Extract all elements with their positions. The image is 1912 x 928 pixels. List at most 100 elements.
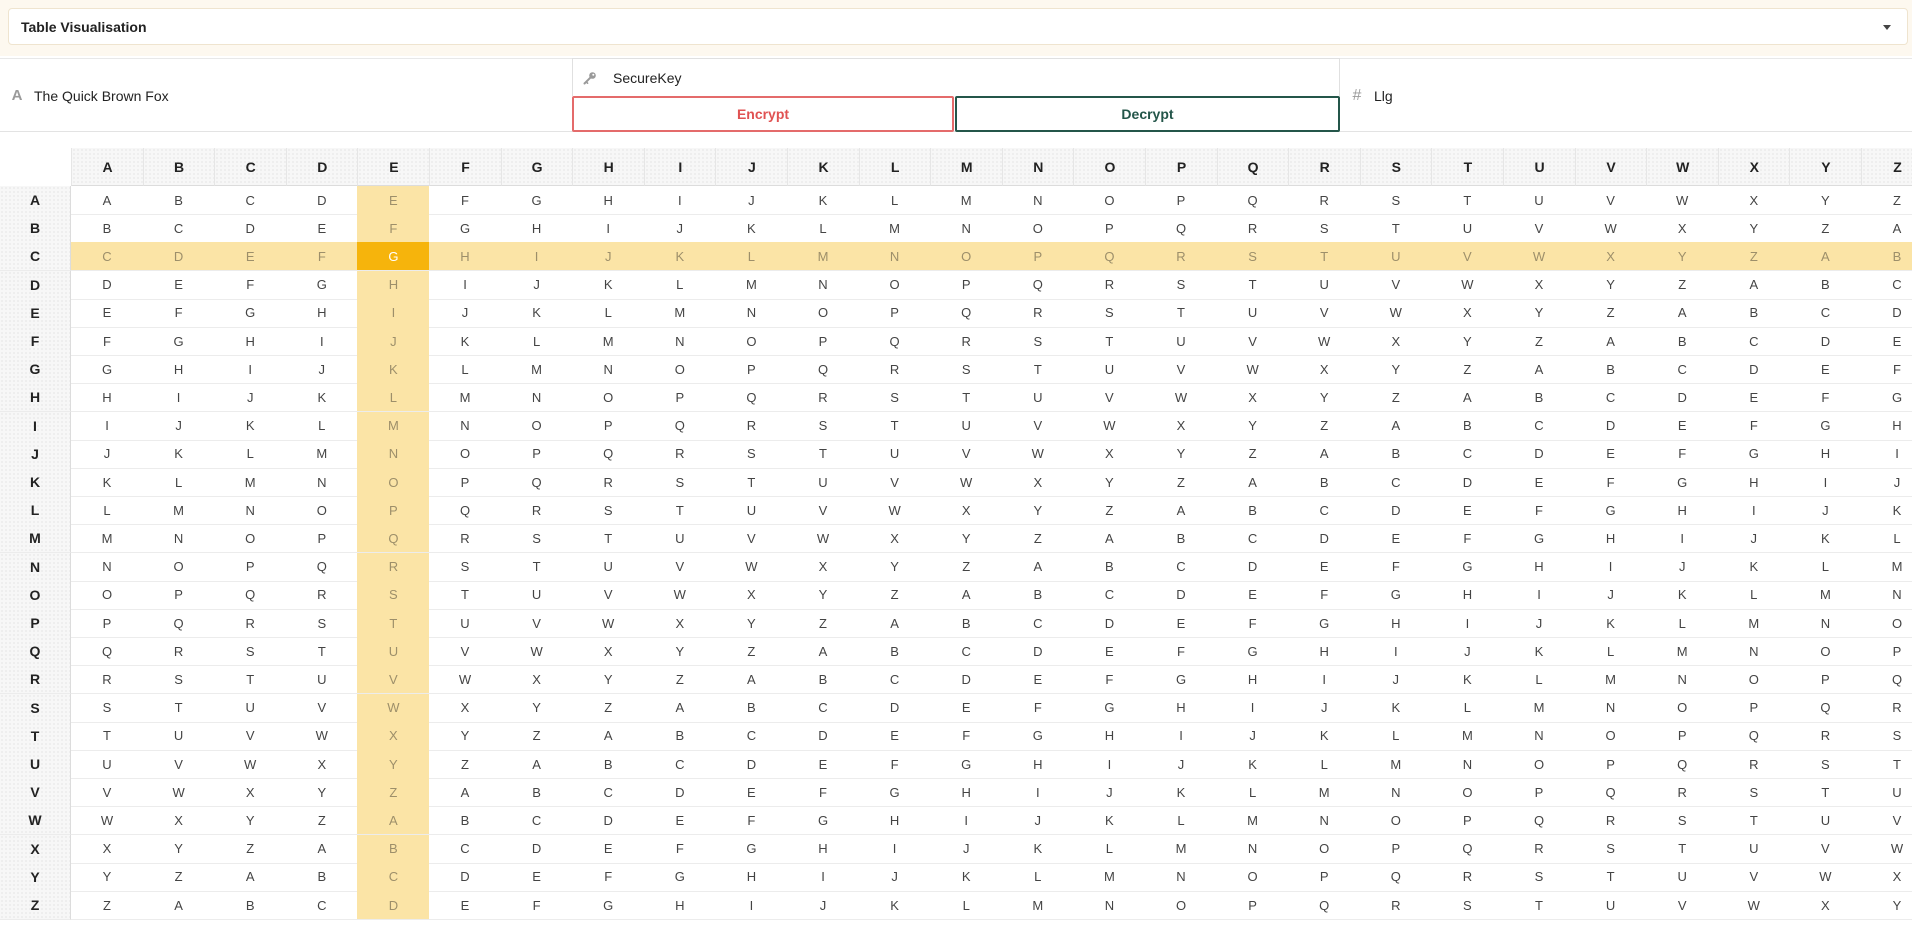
table-cell[interactable]: K [1431,665,1504,695]
table-cell[interactable]: W [357,693,430,723]
table-cell[interactable]: O [1717,665,1790,695]
table-cell[interactable]: E [1431,496,1504,526]
column-header[interactable]: S [1359,148,1432,186]
table-cell[interactable]: T [1216,271,1289,300]
table-cell[interactable]: Q [1574,778,1647,808]
table-cell[interactable]: B [429,806,501,836]
table-cell[interactable]: N [1646,665,1719,695]
table-cell[interactable]: K [930,863,1003,892]
table-cell[interactable]: P [1503,778,1575,808]
table-cell[interactable]: C [1503,412,1575,441]
table-cell[interactable]: B [930,609,1003,638]
table-cell[interactable]: U [1431,214,1504,244]
column-header[interactable]: C [214,148,287,186]
table-cell[interactable]: A [715,665,788,695]
table-cell[interactable]: N [1001,186,1074,215]
table-cell[interactable]: C [1359,468,1432,497]
table-cell[interactable]: A [787,637,859,667]
table-cell[interactable]: K [1073,806,1146,836]
table-cell[interactable]: Y [429,722,501,751]
table-cell[interactable]: F [1216,609,1289,638]
table-cell[interactable]: Y [500,694,573,723]
table-cell[interactable]: O [572,383,645,413]
table-cell[interactable]: B [214,891,287,920]
table-cell[interactable]: A [214,863,287,892]
column-header[interactable]: U [1503,148,1575,186]
table-cell[interactable]: B [1359,440,1432,469]
table-cell[interactable]: B [1001,581,1074,610]
table-cell[interactable]: X [1431,299,1504,328]
table-cell[interactable]: S [1145,271,1217,300]
table-cell[interactable]: M [142,496,215,526]
table-cell[interactable]: E [142,271,215,300]
table-cell[interactable]: R [142,637,215,667]
table-cell[interactable]: C [643,750,716,779]
table-cell[interactable]: G [1288,609,1361,638]
table-cell[interactable]: L [1646,609,1719,638]
table-cell[interactable]: W [214,750,287,779]
table-cell[interactable]: T [1646,835,1719,864]
table-cell[interactable]: F [1503,496,1575,526]
table-cell[interactable]: X [142,806,215,836]
table-cell[interactable]: T [1145,299,1217,328]
table-cell[interactable]: H [429,242,501,272]
table-cell[interactable]: B [715,694,788,723]
table-cell[interactable]: X [715,581,788,610]
table-cell[interactable]: K [1717,553,1790,582]
table-cell[interactable]: E [1216,581,1289,610]
table-cell[interactable]: K [572,271,645,300]
table-cell[interactable]: U [500,581,573,610]
table-cell[interactable]: F [572,863,645,892]
table-cell[interactable]: F [643,835,716,864]
table-cell[interactable]: J [1001,806,1074,836]
table-cell[interactable]: E [1001,665,1074,695]
table-cell[interactable]: R [1789,722,1862,751]
table-cell[interactable]: M [71,524,143,554]
table-cell[interactable]: O [1359,806,1432,836]
table-cell[interactable]: M [858,214,931,244]
table-cell[interactable]: V [1431,242,1504,272]
table-cell[interactable]: Y [1001,496,1074,526]
table-cell[interactable]: X [1216,383,1289,413]
table-cell[interactable]: M [1717,609,1790,638]
table-cell[interactable]: V [1574,186,1647,215]
table-cell[interactable]: W [1717,891,1790,920]
table-cell[interactable]: V [285,694,358,723]
table-cell[interactable]: C [1001,609,1074,638]
table-cell[interactable]: F [71,327,143,356]
table-cell[interactable]: I [787,863,859,892]
table-cell[interactable]: T [858,412,931,441]
table-cell[interactable]: Q [71,637,143,667]
table-cell[interactable]: E [429,891,501,920]
table-cell[interactable]: S [787,412,859,441]
table-cell[interactable]: M [1001,891,1074,920]
decrypt-button[interactable]: Decrypt [955,96,1340,132]
table-cell[interactable]: R [1717,750,1790,779]
table-cell[interactable]: Z [1717,242,1790,272]
row-header[interactable]: T [0,721,71,751]
table-cell[interactable]: R [357,552,430,582]
table-cell[interactable]: H [142,355,215,385]
table-cell[interactable]: I [715,891,788,920]
table-cell[interactable]: Y [1288,383,1361,413]
table-cell[interactable]: X [858,524,931,554]
table-cell[interactable]: P [142,581,215,610]
table-cell[interactable]: K [357,355,430,385]
table-cell[interactable]: E [71,299,143,328]
table-cell[interactable]: C [429,835,501,864]
table-cell[interactable]: V [214,722,287,751]
table-cell[interactable]: Y [715,609,788,638]
row-header[interactable]: H [0,383,71,413]
table-cell[interactable]: E [1646,412,1719,441]
table-cell[interactable]: S [1288,214,1361,244]
table-cell[interactable]: A [500,750,573,779]
table-cell[interactable]: W [1359,299,1432,328]
table-cell[interactable]: G [643,863,716,892]
table-cell[interactable]: I [1288,665,1361,695]
table-cell[interactable]: S [1574,835,1647,864]
row-header[interactable]: C [0,242,71,272]
table-cell[interactable]: N [429,412,501,441]
table-cell[interactable]: N [787,271,859,300]
table-cell[interactable]: N [572,355,645,385]
table-cell[interactable]: O [1001,214,1074,244]
